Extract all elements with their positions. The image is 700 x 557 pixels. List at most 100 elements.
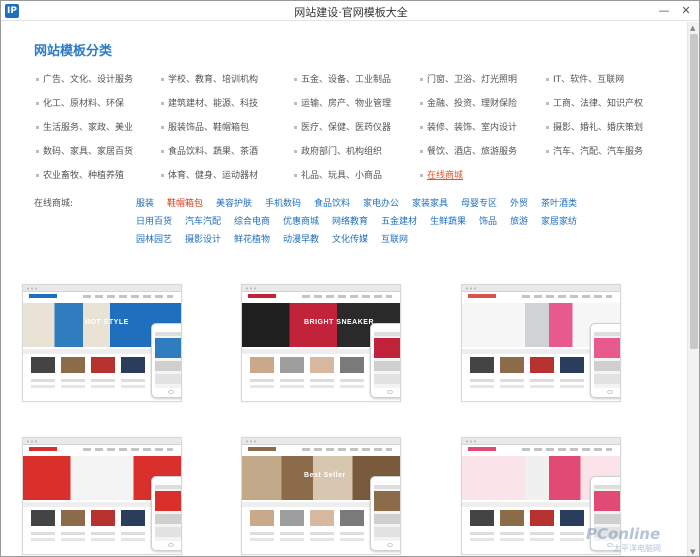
category-link[interactable]: 化工、原材料、环保 — [36, 96, 124, 109]
watermark-sub: 太平洋电脑网 — [613, 544, 661, 553]
category-link[interactable]: 食品饮料、蔬果、茶酒 — [161, 144, 258, 157]
category-link[interactable]: 建筑建材、能源、科技 — [161, 96, 258, 109]
category-link[interactable]: 广告、文化、设计服务 — [36, 72, 133, 85]
template-card[interactable]: HOT STYLE — [22, 284, 182, 402]
bullet-icon — [294, 102, 297, 105]
category-label: 体育、健身、运动器材 — [168, 171, 259, 181]
shop-tag-link[interactable]: 母婴专区 — [461, 196, 497, 209]
category-label: IT、软件、互联网 — [553, 75, 625, 85]
category-link[interactable]: 金融、投资、理财保险 — [420, 96, 517, 109]
template-card[interactable] — [22, 437, 182, 555]
scroll-down-icon[interactable]: ▼ — [690, 548, 695, 556]
bullet-icon — [161, 150, 164, 153]
bullet-icon — [420, 78, 423, 81]
category-link[interactable]: 农业畜牧、种植养殖 — [36, 168, 124, 181]
category-link[interactable]: 政府部门、机构组织 — [294, 144, 382, 157]
shop-tag-link[interactable]: 动漫早教 — [283, 232, 319, 245]
category-label: 化工、原材料、环保 — [43, 99, 125, 109]
shop-tag-link[interactable]: 旅游 — [510, 214, 528, 227]
template-products — [250, 357, 370, 395]
template-nav — [522, 295, 612, 298]
mobile-screen — [594, 332, 620, 388]
category-link[interactable]: 装修、装饰、室内设计 — [420, 120, 517, 133]
bullet-icon — [546, 102, 549, 105]
template-nav — [83, 448, 173, 451]
mobile-block — [374, 485, 400, 489]
category-link[interactable]: 数码、家具、家居百货 — [36, 144, 133, 157]
shop-tag-link[interactable]: 网络教育 — [332, 214, 368, 227]
shop-tag-link[interactable]: 鞋帽箱包 — [167, 196, 203, 209]
scroll-up-icon[interactable]: ▲ — [690, 24, 695, 32]
category-link[interactable]: 餐饮、酒店、旅游服务 — [420, 144, 517, 157]
category-label: 医疗、保健、医药仪器 — [301, 123, 392, 133]
shop-tag-link[interactable]: 美容护肤 — [216, 196, 252, 209]
shop-tag-link[interactable]: 日用百货 — [136, 214, 172, 227]
browser-dots-icon — [245, 287, 257, 290]
shop-tag-link[interactable]: 五金建材 — [381, 214, 417, 227]
shop-tag-link[interactable]: 外贸 — [510, 196, 528, 209]
minimize-button[interactable]: — — [656, 3, 672, 19]
shop-tag-link[interactable]: 食品饮料 — [314, 196, 350, 209]
shop-tag-link[interactable]: 生鲜蔬果 — [430, 214, 466, 227]
category-link[interactable]: 体育、健身、运动器材 — [161, 168, 258, 181]
shop-tag-link[interactable]: 互联网 — [381, 232, 408, 245]
shop-tag-link[interactable]: 综合电商 — [234, 214, 270, 227]
category-link[interactable]: IT、软件、互联网 — [546, 72, 624, 85]
bullet-icon — [546, 78, 549, 81]
category-link[interactable]: 礼品、玩具、小商品 — [294, 168, 382, 181]
category-link[interactable]: 摄影、婚礼、婚庆策划 — [546, 120, 643, 133]
template-card[interactable]: Best Seller — [241, 437, 401, 555]
shop-tag-link[interactable]: 鲜花植物 — [234, 232, 270, 245]
category-link[interactable]: 门窗、卫浴、灯光照明 — [420, 72, 517, 85]
shop-tag-link[interactable]: 文化传媒 — [332, 232, 368, 245]
category-link[interactable]: 医疗、保健、医药仪器 — [294, 120, 391, 133]
template-hero-text: HOT STYLE — [85, 319, 129, 326]
bullet-icon — [161, 126, 164, 129]
shop-tag-link[interactable]: 汽车汽配 — [185, 214, 221, 227]
mobile-block — [374, 491, 400, 511]
template-card[interactable] — [461, 284, 621, 402]
category-link[interactable]: 汽车、汽配、汽车服务 — [546, 144, 643, 157]
mobile-preview — [151, 476, 181, 551]
scroll-thumb[interactable] — [690, 34, 698, 349]
mobile-block — [594, 374, 620, 384]
category-link[interactable]: 学校、教育、培训机构 — [161, 72, 258, 85]
category-link[interactable]: 五金、设备、工业制品 — [294, 72, 391, 85]
category-link[interactable]: 在线商城 — [420, 168, 463, 181]
shop-tag-link[interactable]: 茶叶酒类 — [541, 196, 577, 209]
mobile-preview — [151, 323, 181, 398]
shop-tag-link[interactable]: 服装 — [136, 196, 154, 209]
vertical-scrollbar[interactable]: ▲ ▼ — [687, 22, 699, 556]
bullet-icon — [294, 174, 297, 177]
shop-tag-link[interactable]: 饰品 — [479, 214, 497, 227]
shop-tag-link[interactable]: 园林园艺 — [136, 232, 172, 245]
category-link[interactable]: 生活服务、家政、美业 — [36, 120, 133, 133]
category-label: 摄影、婚礼、婚庆策划 — [553, 123, 644, 133]
category-label: 生活服务、家政、美业 — [43, 123, 134, 133]
template-nav — [522, 448, 612, 451]
home-button-icon — [387, 543, 393, 547]
shop-tag-link[interactable]: 优惠商城 — [283, 214, 319, 227]
category-link[interactable]: 服装饰品、鞋帽箱包 — [161, 120, 249, 133]
category-link[interactable]: 工商、法律、知识产权 — [546, 96, 643, 109]
home-button-icon — [168, 390, 174, 394]
category-label: 装修、装饰、室内设计 — [427, 123, 518, 133]
shop-tag-link[interactable]: 家装家具 — [412, 196, 448, 209]
template-card[interactable]: BRIGHT SNEAKER — [241, 284, 401, 402]
bullet-icon — [36, 126, 39, 129]
shop-tag-link[interactable]: 家居家纺 — [541, 214, 577, 227]
bullet-icon — [294, 78, 297, 81]
category-link[interactable]: 运输、房产、物业管理 — [294, 96, 391, 109]
shop-tag-link[interactable]: 手机数码 — [265, 196, 301, 209]
category-label: 数码、家具、家居百货 — [43, 147, 134, 157]
title-bar: IP 网站建设·官网模板大全 — ✕ — [1, 1, 699, 21]
category-label: 礼品、玩具、小商品 — [301, 171, 383, 181]
bullet-icon — [294, 150, 297, 153]
category-label: 汽车、汽配、汽车服务 — [553, 147, 644, 157]
browser-dots-icon — [245, 440, 257, 443]
mobile-block — [155, 374, 181, 384]
close-button[interactable]: ✕ — [678, 3, 694, 19]
shop-tag-link[interactable]: 家电办公 — [363, 196, 399, 209]
shop-tag-link[interactable]: 摄影设计 — [185, 232, 221, 245]
bullet-icon — [420, 174, 423, 177]
